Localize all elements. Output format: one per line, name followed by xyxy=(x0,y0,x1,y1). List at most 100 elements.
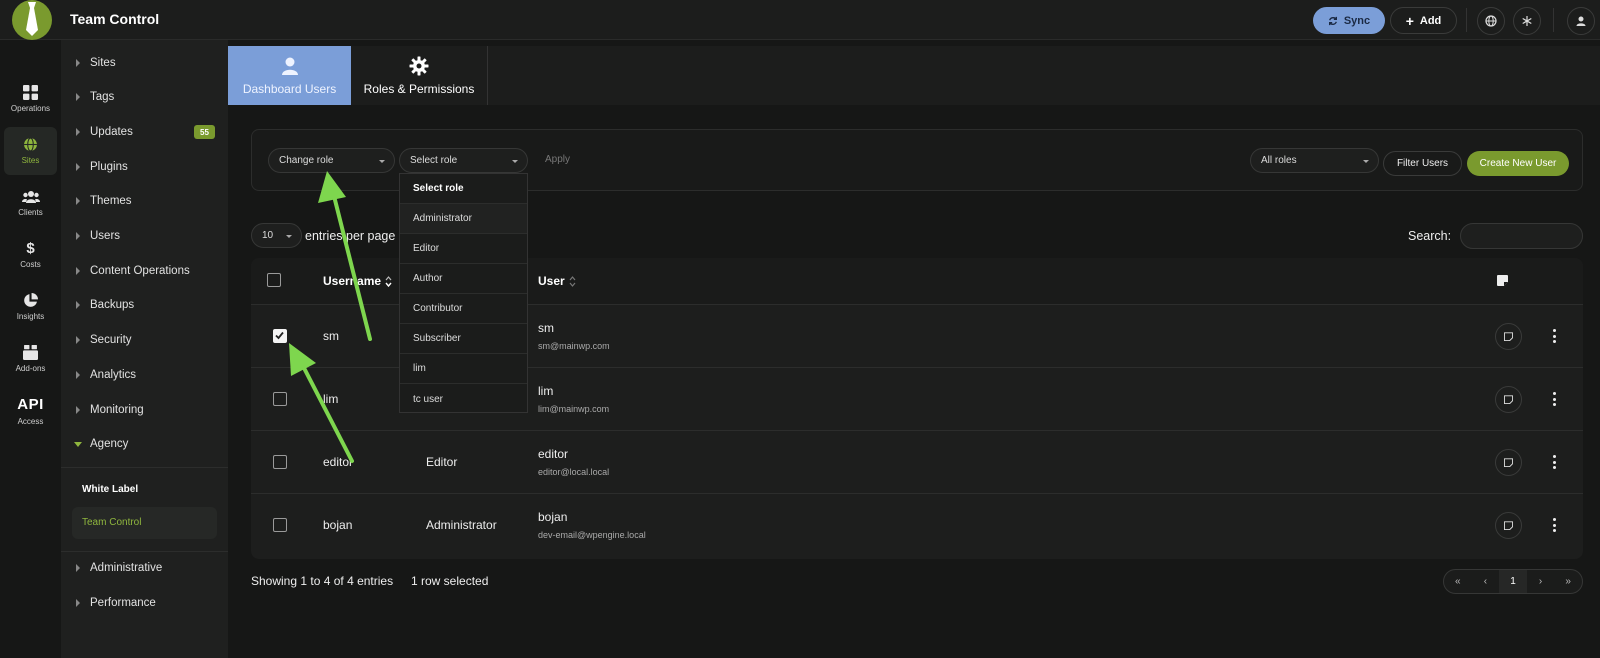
nav-item-tags[interactable]: Tags xyxy=(61,85,228,109)
row-checkbox[interactable] xyxy=(273,455,287,469)
caret-right-icon xyxy=(76,93,80,101)
api-icon: API xyxy=(17,396,44,413)
dropdown-option[interactable]: Contributor xyxy=(400,294,527,324)
rail-addons[interactable]: Add-ons xyxy=(4,335,57,383)
divider xyxy=(61,551,228,552)
nav-item-sites[interactable]: Sites xyxy=(61,51,228,75)
rail-access[interactable]: API Access xyxy=(4,387,57,435)
row-actions-menu-icon[interactable] xyxy=(1553,455,1557,469)
rail-insights[interactable]: Insights xyxy=(4,283,57,331)
column-user[interactable]: User xyxy=(538,274,576,288)
row-actions-menu-icon[interactable] xyxy=(1553,392,1557,406)
divider xyxy=(1466,8,1467,32)
pagination-last[interactable]: » xyxy=(1554,570,1582,593)
notes-button[interactable] xyxy=(1495,449,1522,476)
note-icon xyxy=(1504,521,1513,530)
settings-button[interactable] xyxy=(1513,7,1541,35)
caret-right-icon xyxy=(76,232,80,240)
nav-item-content-operations[interactable]: Content Operations xyxy=(61,259,228,283)
nav-item-performance[interactable]: Performance xyxy=(61,591,228,615)
grid-icon xyxy=(23,85,38,100)
tab-dashboard-users[interactable]: Dashboard Users xyxy=(228,46,351,105)
page-size-select[interactable]: 10 xyxy=(251,223,302,248)
nav-label: Content Operations xyxy=(90,265,190,277)
notes-button[interactable] xyxy=(1495,386,1522,413)
submenu-item-team-control[interactable]: Team Control xyxy=(72,507,217,539)
nav-item-agency[interactable]: Agency xyxy=(61,432,228,456)
caret-right-icon xyxy=(76,301,80,309)
row-actions-menu-icon[interactable] xyxy=(1553,518,1557,532)
profile-button[interactable] xyxy=(1567,7,1595,35)
rail-costs[interactable]: $ Costs xyxy=(4,231,57,279)
dropdown-option[interactable]: Select role xyxy=(400,174,527,204)
nav-item-users[interactable]: Users xyxy=(61,224,228,248)
select-all-checkbox[interactable] xyxy=(267,273,281,287)
notes-button[interactable] xyxy=(1495,512,1522,539)
row-checkbox[interactable] xyxy=(273,392,287,406)
role-select[interactable]: Select role xyxy=(399,148,528,173)
column-username[interactable]: Username xyxy=(323,274,392,288)
rail-sites[interactable]: Sites xyxy=(4,127,57,175)
cell-user-name: editor xyxy=(538,447,569,461)
dropdown-option[interactable]: lim xyxy=(400,354,527,384)
note-icon xyxy=(1504,395,1513,404)
app-title: Team Control xyxy=(70,11,160,27)
pagination-page[interactable]: 1 xyxy=(1499,570,1527,593)
nav-item-plugins[interactable]: Plugins xyxy=(61,155,228,179)
note-icon xyxy=(1504,332,1513,341)
nav-item-security[interactable]: Security xyxy=(61,328,228,352)
column-label: User xyxy=(538,274,565,288)
box-icon xyxy=(23,345,38,360)
table-row[interactable]: editor Editor editor editor@local.local xyxy=(251,431,1583,494)
row-checkbox[interactable] xyxy=(273,329,287,343)
dropdown-option[interactable]: Subscriber xyxy=(400,324,527,354)
row-checkbox[interactable] xyxy=(273,518,287,532)
table-row[interactable]: bojan Administrator bojan dev-email@wpen… xyxy=(251,494,1583,557)
row-actions-menu-icon[interactable] xyxy=(1553,329,1557,343)
bulk-action-select[interactable]: Change role xyxy=(268,148,395,173)
cell-user-name: sm xyxy=(538,321,554,335)
pagination-prev[interactable]: ‹ xyxy=(1472,570,1500,593)
add-label: Add xyxy=(1419,14,1442,27)
entries-per-page-label: entries per page xyxy=(305,229,396,243)
caret-right-icon xyxy=(76,128,80,136)
chevron-down-icon xyxy=(286,235,292,238)
pagination-next[interactable]: › xyxy=(1527,570,1555,593)
nav-item-administrative[interactable]: Administrative xyxy=(61,556,228,580)
create-new-user-button[interactable]: Create New User xyxy=(1467,151,1569,176)
cell-user-email: lim@mainwp.com xyxy=(538,404,610,414)
nav-label: Plugins xyxy=(90,161,128,173)
caret-right-icon xyxy=(76,406,80,414)
add-button[interactable]: + Add xyxy=(1390,7,1457,34)
search-input[interactable] xyxy=(1460,223,1583,249)
cell-user-email: dev-email@wpengine.local xyxy=(538,530,646,540)
nav-label: Monitoring xyxy=(90,404,144,416)
rail-clients[interactable]: Clients xyxy=(4,179,57,227)
notes-button[interactable] xyxy=(1495,323,1522,350)
tab-bar: Dashboard Users Roles & Permissions xyxy=(228,46,1600,105)
pagination-first[interactable]: « xyxy=(1444,570,1472,593)
nav-item-updates[interactable]: Updates 55 xyxy=(61,120,228,144)
nav-item-backups[interactable]: Backups xyxy=(61,293,228,317)
dropdown-option[interactable]: Editor xyxy=(400,234,527,264)
globe-button[interactable] xyxy=(1477,7,1505,35)
sync-button[interactable]: Sync xyxy=(1313,7,1385,34)
dropdown-option[interactable]: Administrator xyxy=(400,204,527,234)
dropdown-option[interactable]: Author xyxy=(400,264,527,294)
nav-item-themes[interactable]: Themes xyxy=(61,189,228,213)
filter-users-button[interactable]: Filter Users xyxy=(1383,151,1462,176)
app-logo[interactable] xyxy=(12,0,52,40)
dropdown-option[interactable]: tc user xyxy=(400,384,527,414)
user-icon xyxy=(281,57,298,75)
nav-item-analytics[interactable]: Analytics xyxy=(61,363,228,387)
rail-operations[interactable]: Operations xyxy=(4,75,57,123)
role-filter-select[interactable]: All roles xyxy=(1250,148,1379,173)
tab-roles-permissions[interactable]: Roles & Permissions xyxy=(351,46,487,105)
select-value: Select role xyxy=(410,155,458,166)
nav-item-monitoring[interactable]: Monitoring xyxy=(61,398,228,422)
globe-icon xyxy=(1485,15,1497,27)
role-dropdown-menu: Select role Administrator Editor Author … xyxy=(399,173,528,413)
rail-label: Costs xyxy=(20,260,41,269)
rows-selected-info: 1 row selected xyxy=(411,574,489,588)
apply-button[interactable]: Apply xyxy=(545,154,570,165)
